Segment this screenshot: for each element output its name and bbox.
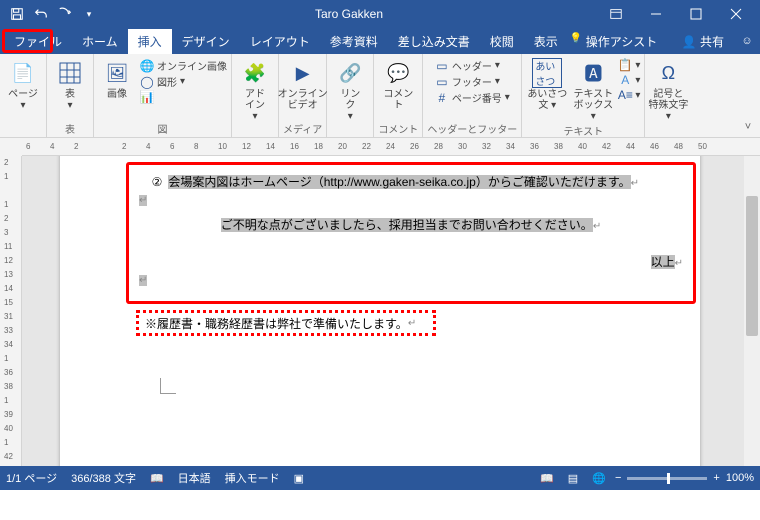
symbols-button[interactable]: Ω記号と 特殊文字▾ xyxy=(649,58,687,122)
tab-design[interactable]: デザイン xyxy=(172,29,240,54)
wordart-button[interactable]: A▾ xyxy=(618,73,640,87)
dropcap-button[interactable]: A≡▾ xyxy=(618,88,640,102)
vertical-scrollbar[interactable] xyxy=(744,156,760,466)
close-icon[interactable] xyxy=(718,3,754,25)
pagenum-button[interactable]: #ページ番号 ▾ xyxy=(435,90,510,105)
tab-mailings[interactable]: 差し込み文書 xyxy=(388,29,480,54)
table-button[interactable]: 表▾ xyxy=(51,58,89,111)
status-language[interactable]: 日本語 xyxy=(178,470,211,486)
page-margin-marker xyxy=(160,378,176,394)
view-print-icon[interactable]: ▤ xyxy=(563,469,583,487)
zoom-in-icon[interactable]: + xyxy=(713,472,719,484)
share-button[interactable]: 👤 共有 xyxy=(672,29,734,54)
annotation-selection-box: ② 会場案内図はホームページ（http://www.gaken-seika.co… xyxy=(126,162,696,304)
tab-layout[interactable]: レイアウト xyxy=(240,29,320,54)
tab-review[interactable]: 校閲 xyxy=(480,29,524,54)
header-button[interactable]: ▭ヘッダー ▾ xyxy=(435,58,510,73)
zoom-slider[interactable] xyxy=(627,477,707,480)
redo-icon[interactable] xyxy=(54,3,76,25)
group-media: メディア xyxy=(283,120,322,137)
greeting-button[interactable]: あいさつあいさつ 文 ▾ xyxy=(526,58,568,111)
addins-button[interactable]: 🧩アド イン▾ xyxy=(236,58,274,122)
quickparts-button[interactable]: 📋▾ xyxy=(618,58,640,72)
zoom-level[interactable]: 100% xyxy=(726,472,754,484)
tab-file[interactable]: ファイル xyxy=(4,29,72,54)
tab-tellme[interactable]: 操作アシスト xyxy=(568,29,668,54)
textbox-button[interactable]: 🅰テキスト ボックス ▾ xyxy=(572,58,614,122)
group-headerfooter: ヘッダーとフッター xyxy=(427,120,517,137)
minimize-icon[interactable] xyxy=(638,3,674,25)
status-page[interactable]: 1/1 ページ xyxy=(6,470,57,486)
status-proofing-icon[interactable]: 📖 xyxy=(150,472,164,485)
save-icon[interactable] xyxy=(6,3,28,25)
tab-view[interactable]: 表示 xyxy=(524,29,568,54)
document-page[interactable]: ② 会場案内図はホームページ（http://www.gaken-seika.co… xyxy=(60,156,700,466)
online-pictures-button[interactable]: 🌐オンライン画像 xyxy=(140,58,227,73)
pictures-button[interactable]: 🖼画像 xyxy=(98,58,136,100)
collapse-ribbon-icon[interactable]: ˅ xyxy=(740,119,756,135)
comment-button[interactable]: 💬コメント xyxy=(379,58,417,111)
annotation-dotted-box: ※履歴書・職務経歴書は弊社で準備いたします。↵ xyxy=(136,310,436,336)
tab-home[interactable]: ホーム xyxy=(72,29,128,54)
feedback-icon[interactable]: ☺ xyxy=(734,28,760,54)
status-wordcount[interactable]: 366/388 文字 xyxy=(71,470,136,486)
group-text: テキスト xyxy=(563,122,603,139)
pages-button[interactable]: 📄ページ▾ xyxy=(4,58,42,111)
zoom-out-icon[interactable]: − xyxy=(615,472,621,484)
group-illustrations: 図 xyxy=(158,120,168,137)
tab-references[interactable]: 参考資料 xyxy=(320,29,388,54)
maximize-icon[interactable] xyxy=(678,3,714,25)
qat-more-icon[interactable]: ▾ xyxy=(78,3,100,25)
window-title: Taro Gakken xyxy=(100,7,598,21)
links-button[interactable]: 🔗リン ク▾ xyxy=(331,58,369,122)
doc-line[interactable]: ② 会場案内図はホームページ（http://www.gaken-seika.co… xyxy=(139,173,683,190)
smartart-button[interactable]: 📊 xyxy=(140,90,227,104)
vertical-ruler[interactable]: 2112311121314153133341363813940142 xyxy=(0,156,22,466)
shapes-button[interactable]: ◯図形 ▾ xyxy=(140,74,227,89)
scrollbar-thumb[interactable] xyxy=(746,196,758,336)
online-video-button[interactable]: ▶オンライン ビデオ xyxy=(284,58,322,111)
group-comments: コメント xyxy=(378,120,418,137)
group-tables: 表 xyxy=(65,120,75,137)
doc-line[interactable]: 以上↵ xyxy=(139,253,683,270)
doc-line[interactable]: ↵ xyxy=(139,192,683,206)
status-mode[interactable]: 挿入モード xyxy=(225,470,280,486)
horizontal-ruler[interactable]: 6422468101214161820222426283032343638404… xyxy=(22,138,760,156)
view-read-icon[interactable]: 📖 xyxy=(537,469,557,487)
footer-button[interactable]: ▭フッター ▾ xyxy=(435,74,510,89)
doc-line[interactable]: ※履歴書・職務経歴書は弊社で準備いたします。 xyxy=(145,315,408,332)
status-macro-icon[interactable]: ▣ xyxy=(294,472,304,485)
view-web-icon[interactable]: 🌐 xyxy=(589,469,609,487)
ribbon-display-icon[interactable] xyxy=(598,3,634,25)
doc-line[interactable]: ご不明な点がございましたら、採用担当までお問い合わせください。↵ xyxy=(139,216,683,233)
ruler-corner xyxy=(0,138,22,156)
doc-line[interactable]: ↵ xyxy=(139,272,683,286)
tab-insert[interactable]: 挿入 xyxy=(128,29,172,54)
undo-icon[interactable] xyxy=(30,3,52,25)
